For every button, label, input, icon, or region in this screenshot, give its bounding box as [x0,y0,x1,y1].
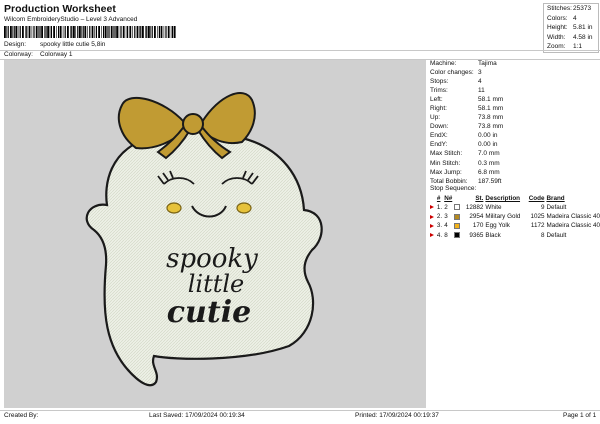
colorway-name: Colorway 1 [40,51,73,58]
needle-number: 8 [444,231,448,239]
stop-number: 3. [436,222,443,230]
col-brand: Brand [546,195,565,202]
worksheet-title: Production Worksheet [4,3,116,15]
stop-number: 2. [436,213,443,221]
info-row: Color changes: 3 [430,69,482,77]
table-row: 1. 2 12882 White 9 Default [430,203,600,212]
stats-box: Stitches: 25373 Colors: 4 Height: 5.81 in W… [543,3,599,53]
printed-date: Printed: 17/09/2024 00:19:37 [355,412,439,419]
table-row: 2. 3 2954 Military Gold 1025 Madeira Classic … [430,212,600,221]
color-swatch [453,203,463,212]
info-row: EndX: 0.00 in [430,132,498,140]
row-arrow-icon [430,203,437,212]
thread-brand: Madeira Classic 40 [546,213,600,221]
col-color [454,194,463,203]
right-cheek [236,202,252,214]
thread-code: 9 [540,204,545,212]
stop-sequence-title: Stop Sequence: [430,185,477,192]
thread-description: Military Gold [485,213,521,221]
row-arrow-icon [430,221,437,230]
thread-description: Egg Yolk [485,222,510,230]
created-by: Created By: [4,412,39,419]
divider [0,50,600,51]
artwork-text-cutie: cutie [167,295,251,330]
row-arrow-icon [430,231,437,240]
needle-number: 3 [444,213,448,221]
thread-brand: Default [546,231,567,239]
info-row: EndY: 0.00 in [430,141,498,149]
col-arrow [430,194,437,203]
info-row: Max Stitch: 7.0 mm [430,150,500,158]
design-row: Design: spooky little cutie 5,8in [4,41,105,48]
page-number: Page 1 of 1 [563,412,597,419]
info-row: Stops: 4 [430,78,482,86]
thread-brand: Default [546,204,567,212]
color-swatch [453,212,463,221]
footer-divider [0,410,600,411]
info-row: Down: 73.8 mm [430,123,504,131]
stop-number: 4. [436,231,443,239]
thread-description: White [485,204,502,212]
col-description: Description [485,195,521,202]
thread-code: 1172 [530,222,545,230]
table-row: 3. 4 170 Egg Yolk 1172 Madeira Classic 40 [430,221,600,230]
stat-height: Height: 5.81 in [547,24,593,31]
needle-number: 4 [444,222,448,230]
col-needle: N# [444,195,453,202]
colorway-row: Colorway: Colorway 1 [4,51,73,58]
thread-code: 1025 [530,213,545,221]
machine-info: Machine: Tajima Color changes: 3 Stops: 4 T… [430,59,598,186]
barcode [4,26,176,38]
design-preview: spooky little cutie [4,60,426,408]
info-row: Trims: 11 [430,87,485,95]
last-saved: Last Saved: 17/09/2024 00:19:34 [149,412,245,419]
stitch-count: 170 [472,222,484,230]
stop-number: 1. [436,204,443,212]
design-label: Design: [4,41,27,48]
thread-code: 8 [540,231,545,239]
colorway-label: Colorway: [4,51,33,58]
stitch-count: 12882 [465,204,484,212]
needle-number: 2 [444,204,448,212]
thread-description: Black [485,231,501,239]
stat-colors: Colors: 4 [547,14,577,22]
table-header: # N# St. Description Code Brand [430,194,600,203]
col-stitches: St. [475,195,484,202]
info-row: Machine: Tajima [430,60,497,67]
stat-stitches: Stitches: 25373 [547,5,592,12]
artwork-text-little: little [188,270,245,298]
ghost-embroidery: spooky little cutie [85,92,323,387]
left-cheek [166,202,182,214]
software-subtitle: Wilcom EmbroideryStudio – Level 3 Advanc… [4,16,138,23]
info-row: Left: 58.1 mm [430,96,504,104]
info-row: Min Stitch: 0.3 mm [430,159,500,167]
info-row: Max Jump: 6.8 mm [430,168,500,176]
stop-sequence-table: # N# St. Description Code Brand 1. 2 12882… [430,194,600,240]
stitch-count: 2954 [469,213,484,221]
stat-width: Width: 4.58 in [547,33,593,41]
row-arrow-icon [430,212,437,221]
stitch-count: 9365 [469,231,484,239]
color-swatch [453,221,463,230]
info-row: Up: 73.8 mm [430,114,504,122]
info-row: Right: 58.1 mm [430,105,504,113]
thread-brand: Madeira Classic 40 [546,222,600,230]
col-code: Code [528,195,545,202]
col-stop: # [436,195,441,202]
design-name: spooky little cutie 5,8in [40,41,106,48]
color-swatch [453,231,463,240]
table-row: 4. 8 9365 Black 8 Default [430,231,600,240]
